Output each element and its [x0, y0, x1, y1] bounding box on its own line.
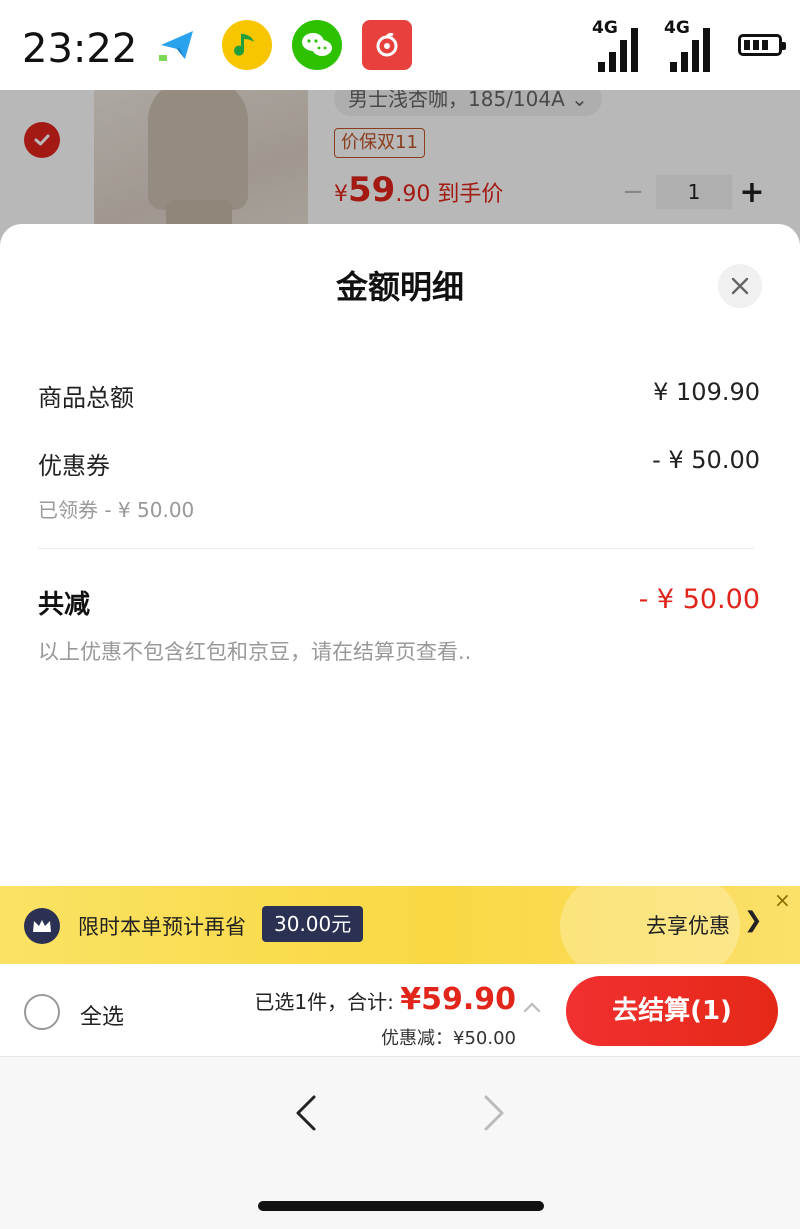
browser-nav-bar [0, 1056, 800, 1229]
wechat-icon [292, 20, 342, 70]
network-type-label: 4G [664, 18, 690, 38]
goods-total-label: 商品总额 [38, 384, 134, 412]
discount-note: 以上优惠不包含红包和京豆，请在结算页查看.. [38, 640, 472, 664]
sheet-title: 金额明细 [335, 268, 464, 306]
checkout-button[interactable]: 去结算(1) [566, 976, 778, 1046]
summary-total: 已选1件，合计: ¥59.90 [254, 982, 516, 1017]
discount-summary: 优惠减：¥50.00 [381, 1028, 516, 1049]
checkout-bar: 全选 已选1件，合计: ¥59.90 优惠减：¥50.00 去结算(1) [0, 964, 800, 1056]
select-all-checkbox[interactable] [24, 994, 60, 1030]
status-bar: 23:22 4G 4G [0, 0, 800, 90]
coupon-label: 优惠券 [38, 452, 110, 480]
close-button[interactable] [718, 264, 762, 308]
close-icon [731, 277, 749, 295]
cellular-signal-icon: 4G [590, 18, 650, 72]
total-reduction-value: - ¥ 50.00 [638, 584, 760, 615]
forward-arrow-icon[interactable] [478, 1091, 510, 1135]
total-price: ¥59.90 [400, 982, 516, 1017]
back-arrow-icon[interactable] [290, 1091, 322, 1135]
banner-close-icon[interactable]: × [774, 888, 791, 912]
netease-music-icon [362, 20, 412, 70]
network-type-label: 4G [592, 18, 618, 38]
divider [38, 548, 754, 549]
amount-detail-sheet: 金额明细 商品总额 ¥ 109.90 优惠券 - ¥ 50.00 已领券 - ¥… [0, 224, 800, 1229]
banner-text: 限时本单预计再省 [78, 915, 246, 939]
qq-music-icon [222, 20, 272, 70]
chevron-right-icon: ❯ [744, 908, 763, 933]
selected-count-text: 已选1件，合计: [254, 990, 401, 1014]
home-indicator[interactable] [258, 1201, 544, 1211]
battery-icon [738, 34, 786, 56]
chevron-up-icon[interactable] [522, 998, 542, 1018]
select-all-label[interactable]: 全选 [80, 999, 124, 1031]
telegram-icon [152, 20, 202, 70]
total-reduction-label: 共减 [38, 590, 91, 620]
cellular-signal-icon: 4G [662, 18, 722, 72]
coupon-detail: 已领券 - ¥ 50.00 [38, 498, 195, 522]
coupon-value: - ¥ 50.00 [652, 446, 760, 474]
saving-amount-badge: 30.00元 [262, 906, 364, 942]
crown-icon [24, 908, 60, 944]
status-time: 23:22 [22, 26, 138, 72]
enjoy-discount-link[interactable]: 去享优惠 [646, 910, 730, 940]
saving-banner[interactable]: 限时本单预计再省 30.00元 去享优惠 ❯ × [0, 886, 800, 964]
goods-total-value: ¥ 109.90 [653, 378, 760, 406]
